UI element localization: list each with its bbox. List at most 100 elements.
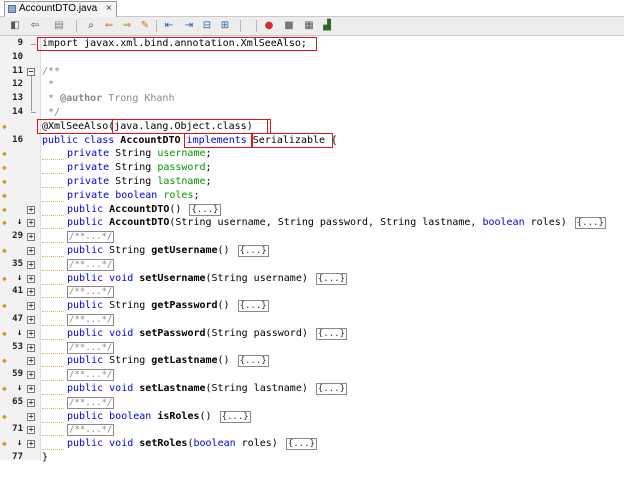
code-text[interactable]: } [42,451,48,465]
code-line[interactable]: 47 + /**...*/ [0,313,624,327]
override-arrow-icon[interactable]: ↓ [17,328,22,338]
fold-expand-icon[interactable]: + [27,357,35,366]
code-line[interactable]: ◆ private boolean roles; [0,189,624,203]
back-icon[interactable]: ⇦ [28,19,42,32]
folded-code-box[interactable]: {...} [219,410,251,423]
folded-code-box[interactable]: {...} [237,245,269,257]
code-line[interactable]: ◆ + public String getPassword() {...} [0,299,624,313]
code-text[interactable]: public String getPassword() {...} [67,299,269,313]
folded-code-box[interactable]: /**...*/ [67,231,115,244]
code-line[interactable]: 11−/** [0,65,624,79]
code-line[interactable]: ◆ private String username; [0,147,624,161]
fold-expand-icon[interactable]: + [27,343,35,352]
fold-expand-icon[interactable]: + [27,288,35,297]
code-text[interactable]: public String getUsername() {...} [67,244,269,258]
code-text[interactable]: /**...*/ [67,230,115,244]
code-line[interactable]: ◆ + public boolean isRoles() {...} [0,410,624,424]
code-line[interactable]: 35 + /**...*/ [0,258,624,272]
code-text[interactable]: /**...*/ [67,313,115,327]
code-line[interactable]: 71 + /**...*/ [0,423,624,437]
fold-expand-icon[interactable]: + [27,247,35,255]
code-text[interactable]: private boolean roles; [67,189,200,203]
folded-code-box[interactable]: {...} [189,203,221,216]
code-text[interactable]: private String password; [67,161,212,175]
fold-expand-icon[interactable]: + [27,329,35,338]
folded-code-box[interactable]: {...} [285,438,317,451]
fold-expand-icon[interactable]: + [27,260,35,269]
code-text[interactable]: /**...*/ [67,258,115,272]
code-line[interactable]: ◆ private String lastname; [0,175,624,189]
code-line[interactable]: 29 + /**...*/ [0,230,624,244]
code-text[interactable]: /**...*/ [67,423,115,437]
code-text[interactable]: */ [42,106,60,120]
tab-close-icon[interactable]: × [106,3,112,14]
code-line[interactable]: ◆ + public AccountDTO() {...} [0,203,624,217]
fold-expand-icon[interactable]: + [27,219,35,228]
code-line[interactable]: ◆ ↓ + public AccountDTO(String username, St… [0,216,624,230]
folded-code-box[interactable]: /**...*/ [67,424,115,437]
code-text[interactable]: /**...*/ [67,396,115,410]
folded-code-box[interactable]: {...} [315,272,347,285]
code-text[interactable]: public void setLastname(String lastname)… [67,382,347,396]
editor-tab[interactable]: AccountDTO.java × [4,1,117,17]
shift-left-icon[interactable]: ⇤ [162,19,176,32]
folded-code-box[interactable]: /**...*/ [67,396,115,409]
code-line[interactable]: ◆ ↓ + public void setPassword(String passwo… [0,327,624,341]
fold-expand-icon[interactable]: + [27,302,35,311]
code-line[interactable]: ◆ + public String getLastname() {...} [0,354,624,368]
code-line[interactable]: ◆ private String password; [0,161,624,175]
code-line[interactable]: ◆ ↓ + public void setLastname(String lastna… [0,382,624,396]
folded-code-box[interactable]: {...} [574,217,606,230]
shift-right-icon[interactable]: ⇥ [182,19,196,32]
code-text[interactable]: public void setPassword(String password)… [67,327,347,341]
folded-code-box[interactable]: /**...*/ [67,286,115,299]
code-text[interactable]: /** [42,65,60,79]
code-line[interactable]: ◆ ↓ + public void setRoles(boolean roles) {… [0,437,624,451]
fold-expand-icon[interactable]: + [27,205,35,214]
code-line[interactable]: 65 + /**...*/ [0,396,624,410]
code-line[interactable]: 14 */ [0,106,624,120]
fold-expand-icon[interactable]: + [27,371,35,380]
code-text[interactable]: public boolean isRoles() {...} [67,410,251,424]
folded-code-box[interactable]: /**...*/ [67,369,115,382]
code-text[interactable]: * @author Trong Khanh [42,92,174,106]
comment-icon[interactable]: ⊟ [200,19,214,32]
fold-expand-icon[interactable]: + [27,385,35,393]
code-editor[interactable]: 9 import javax.xml.bind.annotation.XmlSee… [0,36,624,463]
fold-expand-icon[interactable]: + [27,316,35,324]
diff-icon[interactable]: ▦ [302,19,316,32]
code-text[interactable]: public AccountDTO() {...} [67,203,221,217]
find-icon[interactable]: ⌕ [84,19,98,32]
code-text[interactable]: public void setRoles(boolean roles) {...… [67,437,317,451]
override-arrow-icon[interactable]: ↓ [17,384,22,393]
code-text[interactable]: * [42,78,54,92]
macro-record-icon[interactable]: ● [262,19,276,32]
code-line[interactable]: 41 + /**...*/ [0,285,624,299]
code-line[interactable]: ◆ + public String getUsername() {...} [0,244,624,258]
code-line[interactable]: 13 * @author Trong Khanh [0,92,624,106]
folded-code-box[interactable]: /**...*/ [67,258,115,271]
uncomment-icon[interactable]: ⊞ [218,19,232,32]
code-text[interactable]: /**...*/ [67,368,115,382]
override-arrow-icon[interactable]: ↓ [17,218,22,227]
folded-code-box[interactable]: /**...*/ [67,341,115,354]
code-text[interactable]: public String getLastname() {...} [67,354,269,368]
code-line[interactable]: 12 * [0,78,624,92]
code-text[interactable]: public AccountDTO(String username, Strin… [67,216,606,230]
forward-icon[interactable]: ▤ [52,19,66,32]
code-text[interactable]: private String username; [67,147,212,161]
code-line[interactable]: 10 [0,51,624,65]
code-text[interactable]: /**...*/ [67,341,115,355]
code-text[interactable]: private String lastname; [67,175,212,189]
find-next-icon[interactable]: ⇒ [120,19,134,32]
code-text[interactable]: public void setUsername(String username)… [67,272,347,286]
folded-code-box[interactable]: {...} [315,383,347,395]
code-line[interactable]: ◆ ↓ + public void setUsername(String userna… [0,272,624,286]
folded-code-box[interactable]: {...} [237,300,269,313]
fold-expand-icon[interactable]: + [27,426,35,435]
code-text[interactable]: /**...*/ [67,285,115,299]
fold-expand-icon[interactable]: + [27,233,35,242]
code-line[interactable]: 59 + /**...*/ [0,368,624,382]
toggle-highlight-icon[interactable]: ✎ [138,19,152,32]
fold-expand-icon[interactable]: + [27,398,35,407]
